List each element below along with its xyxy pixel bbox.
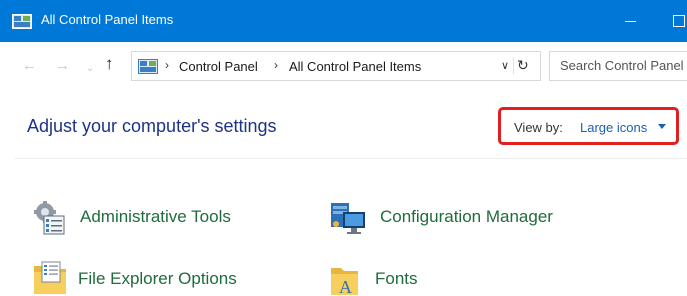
list-item-administrative-tools[interactable]: Administrative Tools <box>32 200 272 236</box>
chevron-down-icon[interactable]: ∨ <box>501 59 509 72</box>
list-item-configuration-manager[interactable]: Configuration Manager <box>329 200 589 236</box>
maximize-icon[interactable] <box>673 15 685 27</box>
breadcrumb-all-control-panel-items[interactable]: All Control Panel Items <box>289 59 421 74</box>
view-by-label: View by: <box>514 120 563 135</box>
item-label: Administrative Tools <box>80 207 231 226</box>
administrative-tools-icon <box>34 201 65 235</box>
search-box[interactable] <box>549 51 687 81</box>
window-title: All Control Panel Items <box>41 12 174 27</box>
control-panel-icon <box>12 14 32 29</box>
title-bar: All Control Panel Items <box>0 0 687 42</box>
svg-text:A: A <box>339 277 352 296</box>
address-bar[interactable]: › Control Panel › All Control Panel Item… <box>131 51 541 81</box>
view-by-dropdown[interactable]: Large icons <box>580 120 647 135</box>
up-arrow-icon[interactable]: ↑ <box>105 55 114 72</box>
search-input[interactable] <box>560 58 687 73</box>
item-label: File Explorer Options <box>78 269 237 288</box>
navigation-bar: ← → ⌄ ↑ › Control Panel › All Control Pa… <box>0 42 687 91</box>
page-title: Adjust your computer's settings <box>27 116 277 136</box>
breadcrumb-control-panel[interactable]: Control Panel <box>179 59 258 74</box>
recent-locations-chevron-icon[interactable]: ⌄ <box>86 61 94 77</box>
refresh-icon[interactable]: ↻ <box>517 57 529 74</box>
back-arrow-icon[interactable]: ← <box>22 58 37 74</box>
caret-down-icon[interactable] <box>658 124 666 129</box>
header-divider <box>15 158 687 159</box>
item-label: Fonts <box>375 269 418 288</box>
minimize-icon[interactable] <box>620 9 642 33</box>
view-by-highlight: View by: Large icons <box>498 107 679 145</box>
forward-arrow-icon[interactable]: → <box>55 58 70 74</box>
breadcrumb-separator: › <box>165 58 169 72</box>
configuration-manager-icon <box>331 203 365 234</box>
item-label: Configuration Manager <box>380 207 553 226</box>
address-divider <box>513 58 514 74</box>
control-panel-icon <box>138 59 158 74</box>
breadcrumb-separator: › <box>274 58 278 72</box>
